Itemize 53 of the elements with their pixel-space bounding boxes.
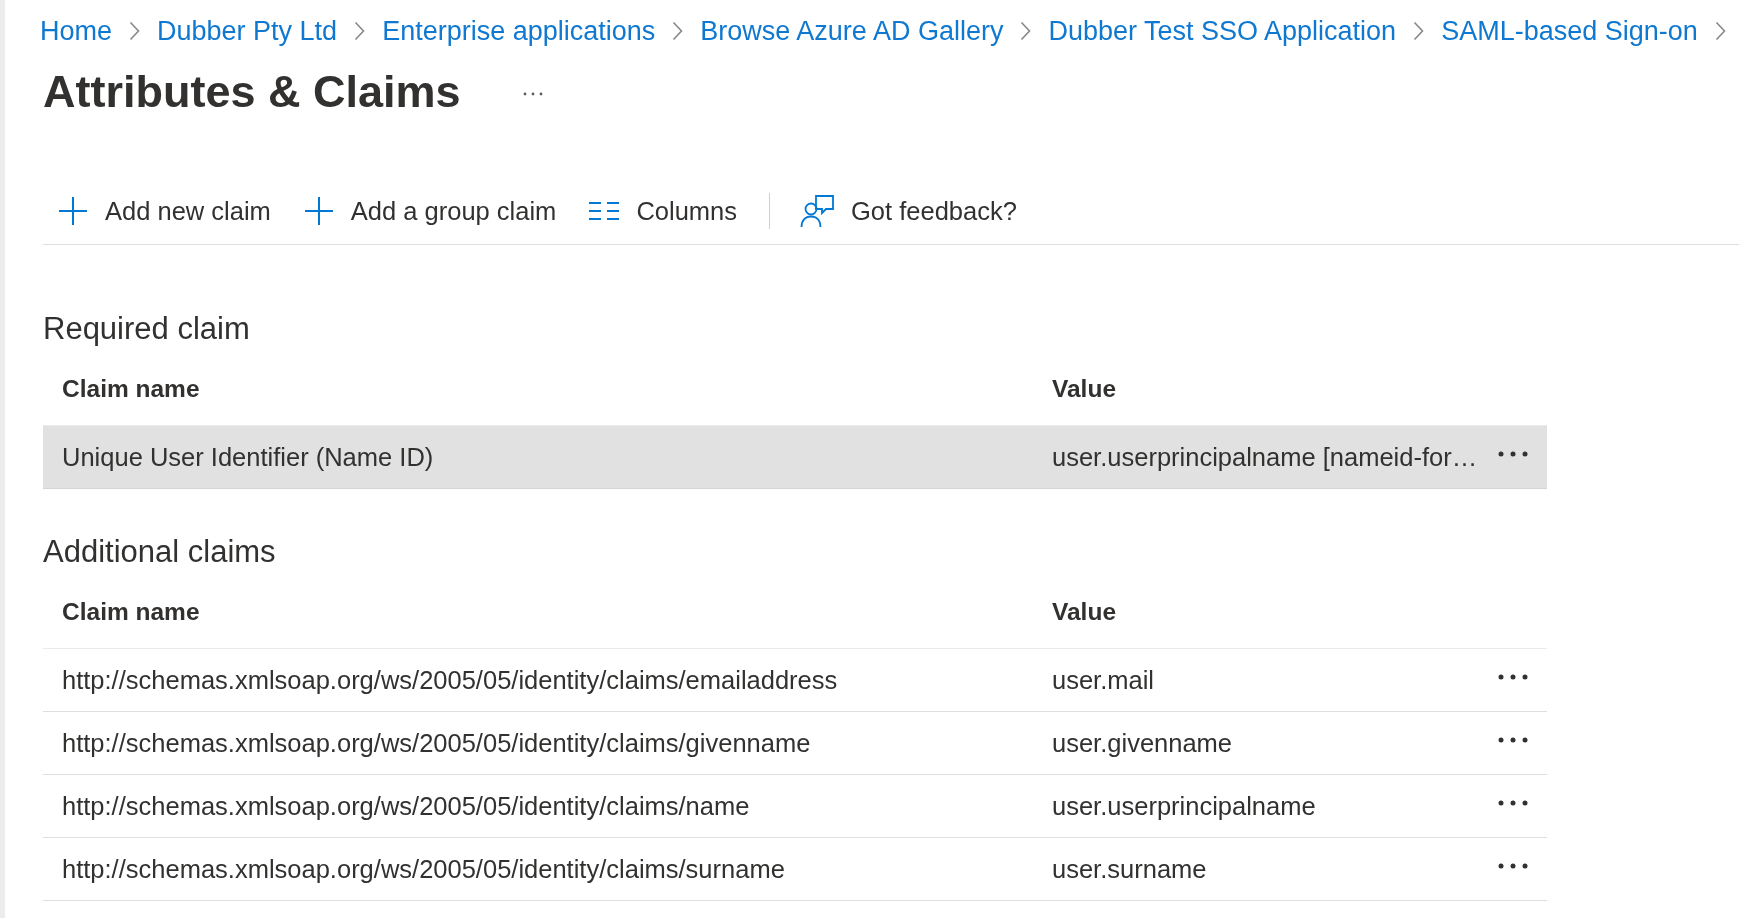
table-cell: user.userprincipalname bbox=[1052, 791, 1316, 821]
table-row[interactable]: http://schemas.xmlsoap.org/ws/2005/05/identity/claims/givenname user.givenname bbox=[43, 712, 1547, 775]
more-button[interactable] bbox=[1498, 451, 1528, 457]
table-cell: user.surname bbox=[1052, 854, 1207, 884]
more-icon bbox=[1498, 674, 1528, 680]
page-title: Attributes & Claims bbox=[43, 67, 461, 117]
more-button[interactable] bbox=[1498, 863, 1528, 869]
more-icon bbox=[1498, 863, 1528, 869]
more-icon bbox=[1498, 800, 1528, 806]
table-row[interactable]: http://schemas.xmlsoap.org/ws/2005/05/identity/claims/surname user.surname bbox=[43, 838, 1547, 901]
chevron-right-icon bbox=[129, 21, 141, 41]
table-row[interactable]: http://schemas.xmlsoap.org/ws/2005/05/identity/claims/emailaddress user.mail bbox=[43, 649, 1547, 712]
section-heading: Additional claims bbox=[43, 533, 277, 571]
table-cell: user.mail bbox=[1052, 665, 1155, 695]
more-icon[interactable] bbox=[522, 92, 543, 96]
breadcrumb-link[interactable]: Enterprise applications bbox=[382, 14, 656, 48]
more-button[interactable] bbox=[1498, 737, 1528, 743]
more-button[interactable] bbox=[1498, 674, 1528, 680]
chevron-right-icon bbox=[1714, 21, 1726, 41]
breadcrumb-link[interactable]: Home bbox=[40, 14, 113, 48]
breadcrumb-link[interactable]: SAML-based Sign-on bbox=[1441, 14, 1698, 48]
feedback-icon bbox=[800, 194, 834, 228]
table-cell: user.givenname bbox=[1052, 728, 1233, 758]
column-header: Claim name bbox=[61, 375, 200, 403]
table-cell: user.userprincipalname [nameid-for… bbox=[1052, 442, 1478, 472]
chevron-right-icon bbox=[354, 21, 366, 41]
add-button[interactable]: Add a group claim bbox=[288, 187, 572, 235]
breadcrumb-link[interactable]: Browse Azure AD Gallery bbox=[700, 14, 1004, 48]
columns-icon bbox=[589, 201, 620, 221]
chevron-right-icon bbox=[1020, 21, 1032, 41]
more-icon bbox=[1498, 451, 1528, 457]
chevron-right-icon bbox=[672, 21, 684, 41]
table-row[interactable]: Unique User Identifier (Name ID) user.userprincipalname [nameid-for… bbox=[43, 426, 1547, 489]
add-button[interactable]: Add new claim bbox=[43, 187, 286, 235]
columns-button[interactable]: Columns bbox=[574, 187, 752, 235]
plus-icon bbox=[58, 196, 88, 226]
table-cell: http://schemas.xmlsoap.org/ws/2005/05/identity/claims/surname bbox=[62, 854, 785, 884]
plus-icon bbox=[303, 196, 334, 226]
section-heading: Required claim bbox=[43, 310, 251, 348]
more-icon bbox=[1498, 737, 1528, 743]
more-button[interactable] bbox=[1498, 800, 1528, 806]
table-row[interactable]: http://schemas.xmlsoap.org/ws/2005/05/identity/claims/name user.userprincipalname bbox=[43, 775, 1547, 838]
table-cell: http://schemas.xmlsoap.org/ws/2005/05/identity/claims/emailaddress bbox=[62, 665, 838, 695]
table-cell: Unique User Identifier (Name ID) bbox=[62, 442, 434, 472]
chevron-right-icon bbox=[1413, 21, 1425, 41]
table-cell: http://schemas.xmlsoap.org/ws/2005/05/identity/claims/givenname bbox=[62, 728, 811, 758]
column-header: Claim name bbox=[61, 598, 200, 626]
breadcrumb-link[interactable]: Dubber Pty Ltd bbox=[157, 14, 338, 48]
breadcrumb-link[interactable]: Dubber Test SSO Application bbox=[1048, 14, 1397, 48]
table-cell: http://schemas.xmlsoap.org/ws/2005/05/identity/claims/name bbox=[62, 791, 750, 821]
column-header: Value bbox=[1052, 598, 1116, 626]
feedback-button[interactable]: Got feedback? bbox=[785, 187, 1032, 235]
column-header: Value bbox=[1052, 375, 1116, 403]
